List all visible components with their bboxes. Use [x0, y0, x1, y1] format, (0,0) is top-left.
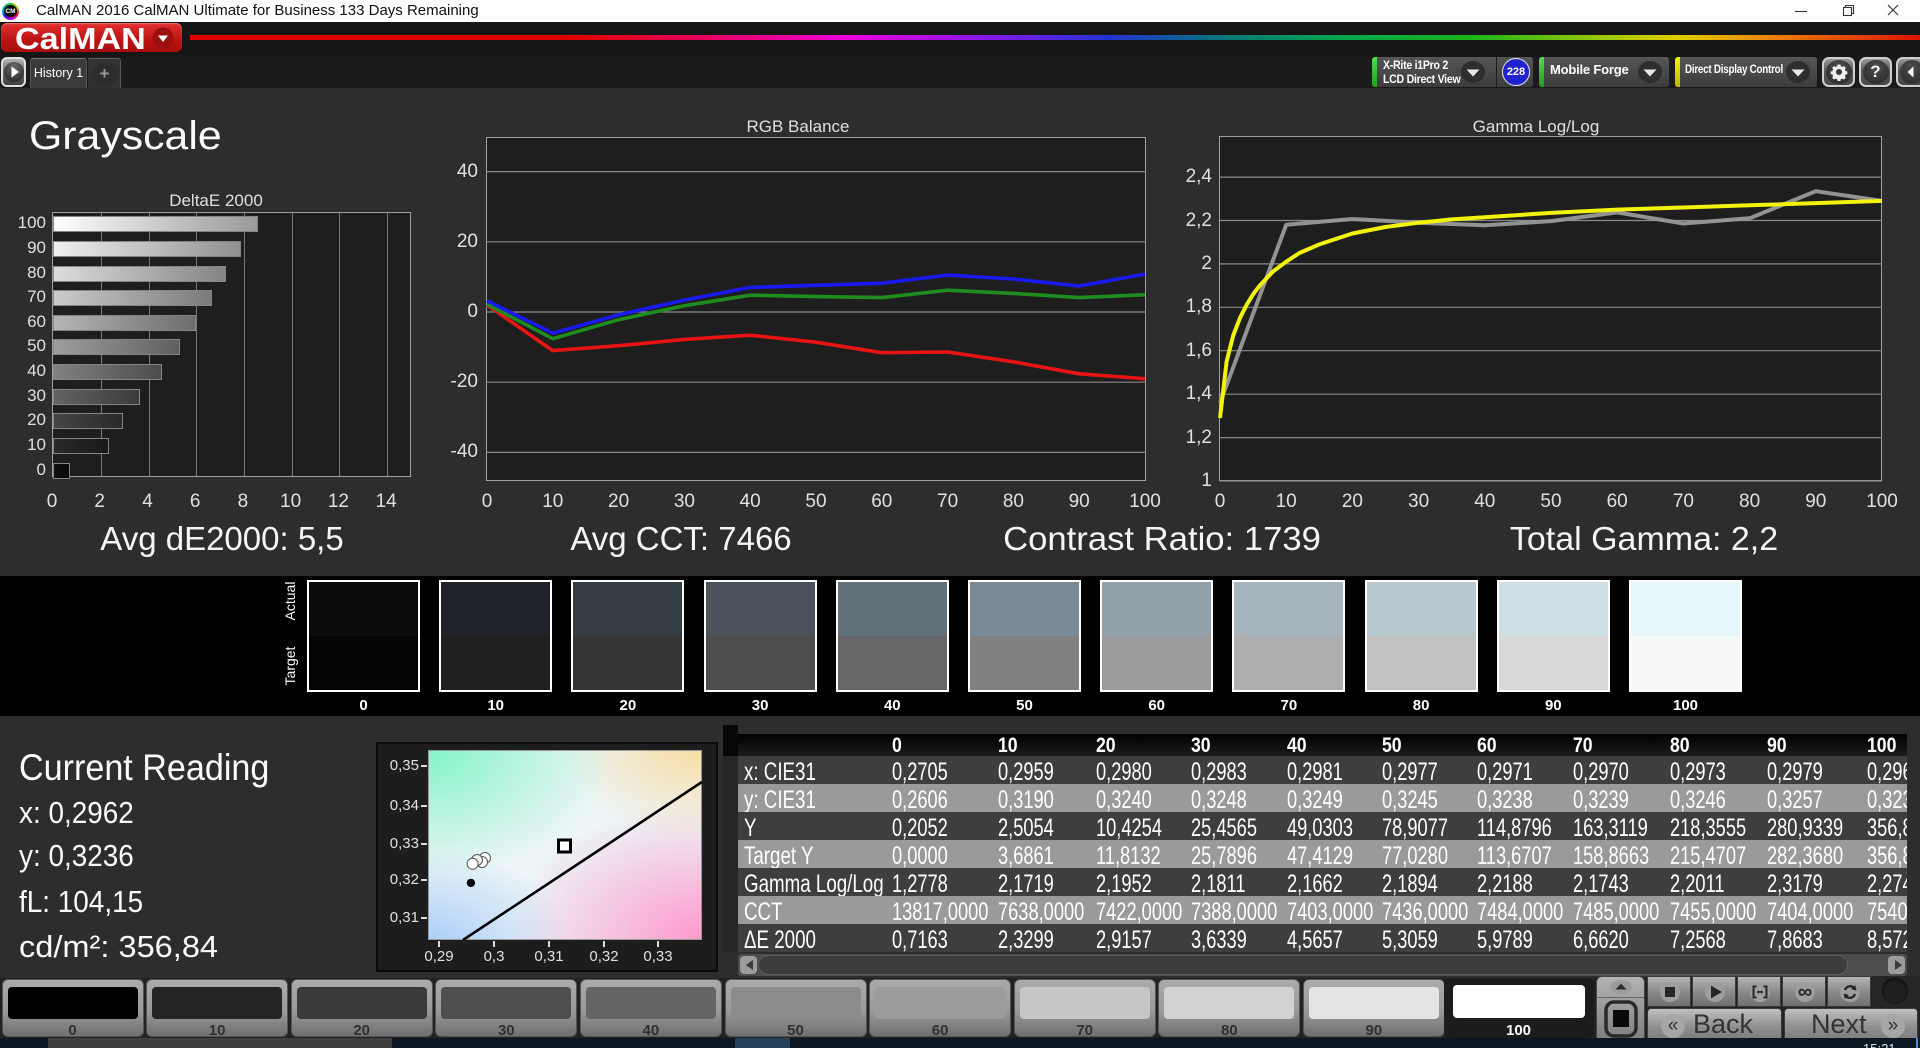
svg-text:∞: ∞	[1798, 981, 1812, 1003]
